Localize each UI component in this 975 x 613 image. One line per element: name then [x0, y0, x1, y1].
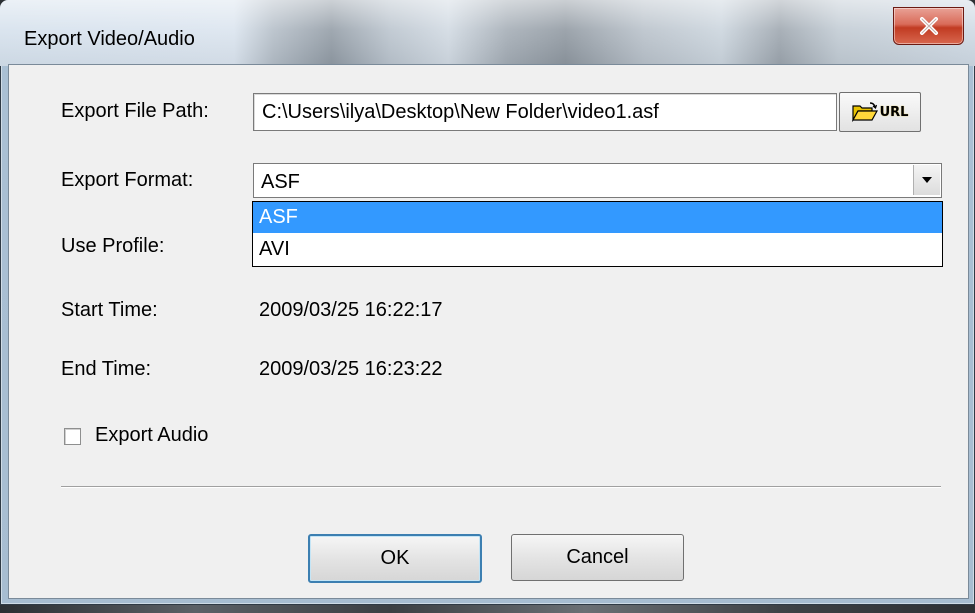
export-dialog: Export Video/Audio Export File Path: C:\…	[0, 0, 975, 605]
title-bar[interactable]: Export Video/Audio	[0, 0, 975, 66]
close-icon	[919, 17, 938, 35]
ok-button[interactable]: OK	[308, 534, 482, 583]
export-audio-label[interactable]: Export Audio	[95, 424, 208, 447]
window-title: Export Video/Audio	[24, 28, 195, 50]
dropdown-option-avi[interactable]: AVI	[253, 234, 942, 265]
browse-url-text: URL	[879, 104, 909, 120]
end-time-label: End Time:	[61, 358, 152, 380]
cancel-button-label: Cancel	[566, 546, 629, 568]
start-time-value: 2009/03/25 16:22:17	[259, 299, 443, 321]
export-file-path-label: Export File Path:	[61, 100, 209, 122]
export-file-path-input[interactable]: C:\Users\ilya\Desktop\New Folder\video1.…	[253, 93, 837, 131]
export-audio-checkbox[interactable]	[64, 428, 81, 445]
export-format-select[interactable]: ASF	[253, 163, 942, 198]
export-format-label: Export Format:	[61, 169, 194, 191]
export-format-value: ASF	[261, 171, 300, 193]
folder-open-icon	[851, 102, 878, 122]
browse-url-button[interactable]: URL	[839, 92, 921, 132]
cancel-button[interactable]: Cancel	[511, 534, 684, 581]
dropdown-option-asf[interactable]: ASF	[253, 202, 942, 233]
close-button[interactable]	[893, 7, 964, 45]
chevron-down-icon	[922, 177, 932, 183]
start-time-label: Start Time:	[61, 299, 158, 321]
export-format-dropdown-list: ASF AVI	[252, 201, 943, 267]
end-time-value: 2009/03/25 16:23:22	[259, 358, 443, 380]
export-format-dropdown-button[interactable]	[913, 165, 940, 195]
dialog-body: Export File Path: C:\Users\ilya\Desktop\…	[8, 64, 969, 599]
ok-button-label: OK	[380, 547, 410, 569]
separator	[61, 486, 941, 488]
export-file-path-value: C:\Users\ilya\Desktop\New Folder\video1.…	[262, 101, 659, 123]
use-profile-label: Use Profile:	[61, 235, 165, 257]
